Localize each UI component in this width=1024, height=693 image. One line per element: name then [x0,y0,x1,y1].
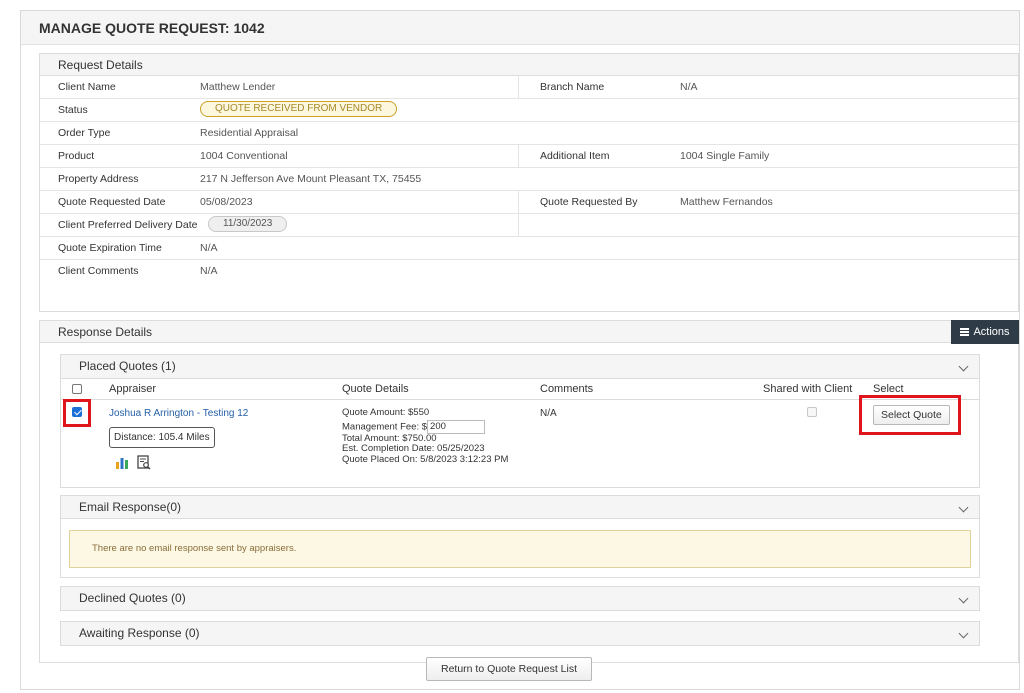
manage-quote-panel: MANAGE QUOTE REQUEST: 1042 Request Detai… [20,10,1020,690]
shared-checkbox-wrap [807,407,817,420]
management-fee-label: Management Fee: $ [342,421,428,433]
awaiting-response-panel: Awaiting Response (0) [60,621,980,646]
page-title: MANAGE QUOTE REQUEST: 1042 [21,11,1019,45]
additional-item-label: Additional Item [540,150,610,162]
row-order-type: Order Type Residential Appraisal [40,122,1018,145]
quote-amount: Quote Amount: $550 [342,407,430,418]
declined-quotes-header[interactable]: Declined Quotes (0) [61,587,979,610]
appraiser-link[interactable]: Joshua R Arrington - Testing 12 [109,408,248,419]
completion-date: Est. Completion Date: 05/25/2023 [342,443,485,454]
row-client-name: Client Name Matthew Lender Branch Name N… [40,76,1018,99]
client-name-value: Matthew Lender [200,81,276,93]
return-to-list-button[interactable]: Return to Quote Request List [426,657,592,681]
quote-requested-date-value: 05/08/2023 [200,196,253,208]
row-preferred-delivery: Client Preferred Delivery Date 11/30/202… [40,214,1018,237]
order-type-value: Residential Appraisal [200,127,299,139]
property-address-label: Property Address [58,173,139,185]
awaiting-response-title: Awaiting Response (0) [79,626,200,640]
column-divider [518,76,519,98]
declined-quotes-title: Declined Quotes (0) [79,591,186,605]
quote-expiration-label: Quote Expiration Time [58,242,162,254]
quote-details: Quote Amount: $550 Management Fee: $200 … [342,407,509,465]
quote-requested-by-value: Matthew Fernandos [680,196,773,208]
response-details-section: Response Details Actions Placed Quotes (… [39,320,1019,663]
product-value: 1004 Conventional [200,150,288,162]
status-cell: QUOTE RECEIVED FROM VENDOR [200,99,398,121]
client-name-label: Client Name [58,81,116,93]
row-quote-requested: Quote Requested Date 05/08/2023 Quote Re… [40,191,1018,214]
preferred-delivery-label: Client Preferred Delivery Date [58,219,198,231]
request-details-section: Request Details Client Name Matthew Lend… [39,53,1019,312]
row-product: Product 1004 Conventional Additional Ite… [40,145,1018,168]
status-badge: QUOTE RECEIVED FROM VENDOR [200,101,398,118]
email-response-header[interactable]: Email Response(0) [61,496,979,519]
row-status: Status QUOTE RECEIVED FROM VENDOR [40,99,1018,122]
client-comments-label: Client Comments [58,265,139,277]
email-notice: There are no email response sent by appr… [69,530,971,568]
chevron-down-icon [958,593,969,604]
quote-expiration-value: N/A [200,242,218,254]
email-response-panel: Email Response(0) There are no email res… [60,495,980,578]
select-all-checkbox[interactable] [72,384,82,394]
table-row: Joshua R Arrington - Testing 12 Distance… [61,395,979,486]
col-shared-with-client: Shared with Client [763,383,853,395]
status-label: Status [58,104,88,116]
column-divider [518,214,519,236]
placed-quotes-title: Placed Quotes (1) [79,359,176,373]
document-search-icon[interactable] [137,455,151,470]
distance-badge: Distance: 105.4 Miles [109,427,215,448]
awaiting-response-header[interactable]: Awaiting Response (0) [61,622,979,645]
actions-label: Actions [973,326,1010,338]
quote-requested-by-label: Quote Requested By [540,196,638,208]
placed-quotes-header[interactable]: Placed Quotes (1) [61,355,979,378]
column-divider [518,145,519,167]
chart-icon[interactable] [115,457,129,469]
actions-button[interactable]: Actions [951,320,1019,344]
menu-icon [960,327,970,338]
highlight-box-select [859,395,961,435]
request-details-title: Request Details [40,54,1018,76]
email-response-title: Email Response(0) [79,500,182,514]
col-quote-details: Quote Details [342,383,409,395]
product-label: Product [58,150,95,162]
chevron-down-icon [958,628,969,639]
management-fee-input[interactable]: 200 [427,419,486,434]
additional-item-value: 1004 Single Family [680,150,770,162]
response-details-title: Response Details [40,321,1018,343]
row-client-comments: Client Comments N/A [40,260,1018,283]
placed-on: Quote Placed On: 5/8/2023 3:12:23 PM [342,453,509,465]
col-comments: Comments [540,383,594,395]
order-type-label: Order Type [58,127,111,139]
placed-quotes-panel: Placed Quotes (1) Appraiser Quote Detail… [60,354,980,488]
comments-value: N/A [540,408,557,419]
column-divider [518,191,519,213]
preferred-delivery-badge: 11/30/2023 [208,216,288,233]
preferred-delivery-cell: 11/30/2023 [208,214,288,236]
management-fee-line: Management Fee: $200 [342,419,508,434]
branch-name-label: Branch Name [540,81,605,93]
declined-quotes-panel: Declined Quotes (0) [60,586,980,611]
row-quote-expiration: Quote Expiration Time N/A [40,237,1018,260]
col-appraiser: Appraiser [109,383,157,395]
chevron-down-icon [958,502,969,513]
row-property-address: Property Address 217 N Jefferson Ave Mou… [40,168,1018,191]
placed-quotes-table-header: Appraiser Quote Details Comments Shared … [61,378,979,400]
highlight-box-checkbox [63,399,91,427]
quote-requested-date-label: Quote Requested Date [58,196,166,208]
property-address-value: 217 N Jefferson Ave Mount Pleasant TX, 7… [200,173,422,185]
branch-name-value: N/A [680,81,698,93]
client-comments-value: N/A [200,265,218,277]
shared-with-client-checkbox[interactable] [807,407,817,417]
chevron-down-icon [958,361,969,372]
